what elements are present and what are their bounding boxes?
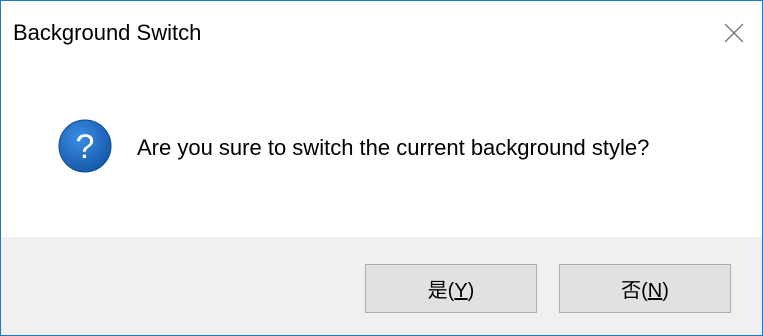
dialog-content: ? Are you sure to switch the current bac… bbox=[1, 63, 762, 237]
dialog-footer: 是(Y) 否(N) bbox=[1, 237, 762, 335]
question-icon: ? bbox=[58, 119, 112, 173]
no-button[interactable]: 否(N) bbox=[559, 264, 731, 313]
yes-button[interactable]: 是(Y) bbox=[365, 264, 537, 313]
yes-button-label: 是(Y) bbox=[427, 280, 475, 302]
title-bar[interactable]: Background Switch bbox=[1, 1, 762, 63]
close-icon bbox=[724, 23, 744, 43]
window-title: Background Switch bbox=[13, 20, 202, 45]
svg-text:?: ? bbox=[76, 128, 95, 166]
message-dialog: Background Switch ? Are you sure to swit… bbox=[0, 0, 763, 336]
dialog-message: Are you sure to switch the current backg… bbox=[137, 135, 650, 160]
no-button-label: 否(N) bbox=[621, 280, 669, 302]
close-button[interactable] bbox=[712, 11, 756, 55]
